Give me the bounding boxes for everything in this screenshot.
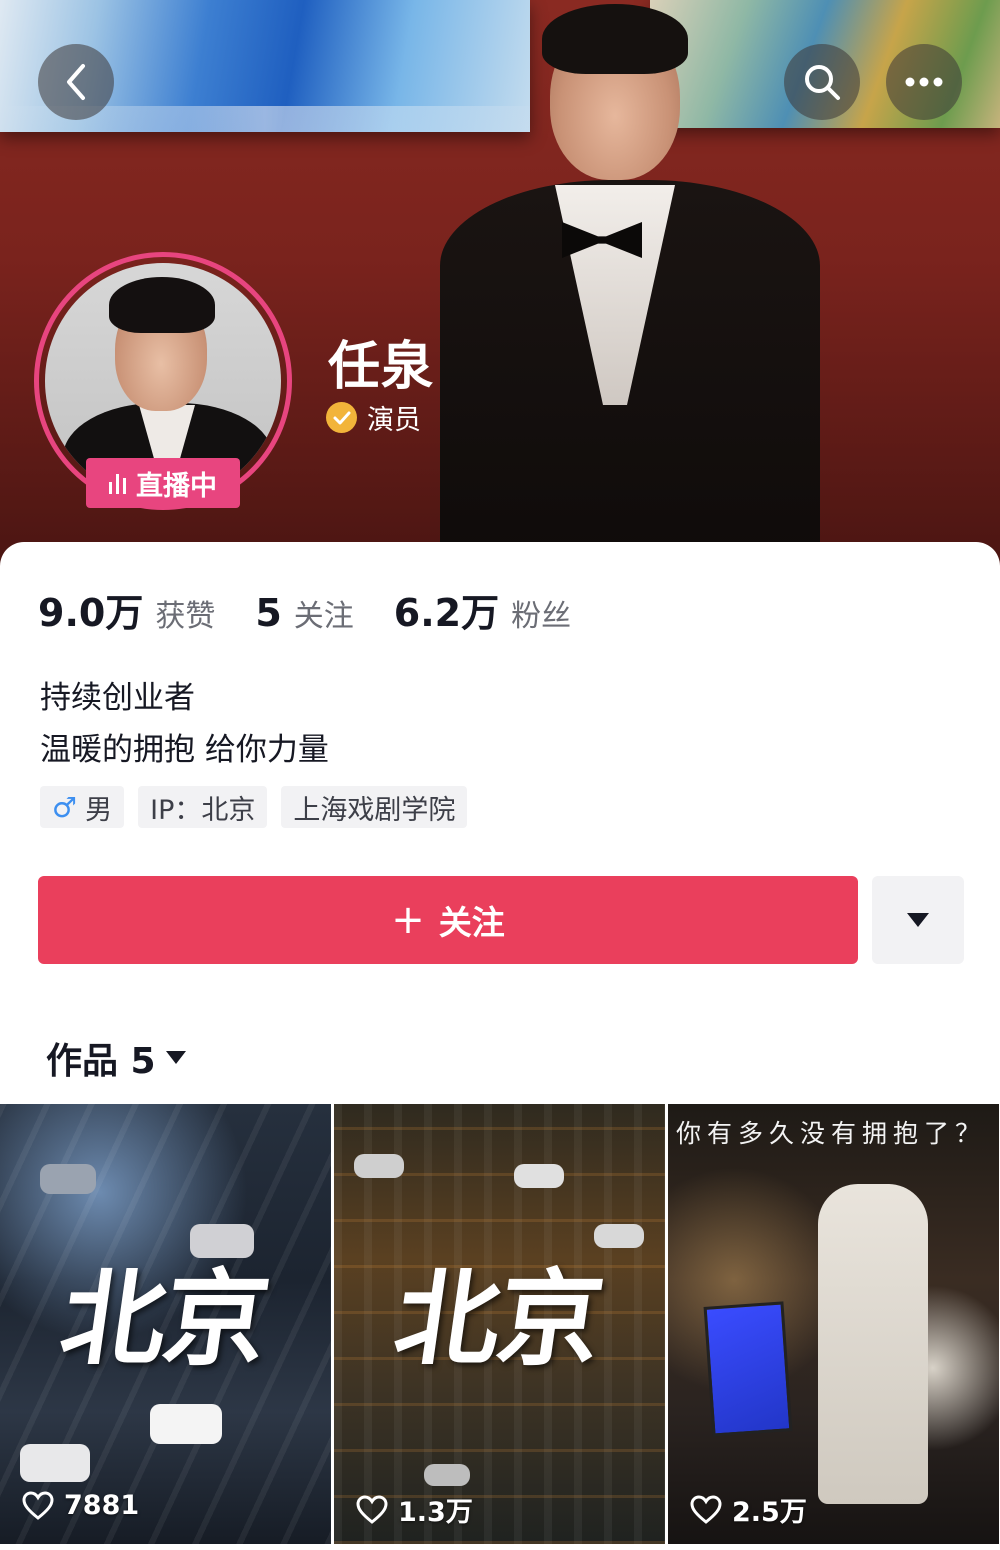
- video-likes-count: 1.3万: [398, 1497, 473, 1528]
- stat-following-value: 5: [255, 591, 282, 635]
- works-tab[interactable]: 作品 5: [46, 1032, 186, 1084]
- video-likes: 2.5万: [690, 1490, 807, 1529]
- heart-icon: [690, 1494, 722, 1524]
- video-thumbnail[interactable]: 北京 1.3万: [334, 1104, 665, 1544]
- profile-tags: ♂ 男 IP：北京 上海戏剧学院: [40, 786, 468, 828]
- live-badge[interactable]: 直播中: [86, 458, 240, 508]
- back-button[interactable]: [38, 44, 114, 120]
- cover-photo-person: [440, 0, 820, 570]
- sign-board-image: [703, 1301, 793, 1437]
- live-bars-icon: [109, 472, 126, 494]
- triangle-down-icon: [165, 1051, 186, 1064]
- stat-following[interactable]: 5 关注: [255, 591, 353, 635]
- stat-likes-value: 9.0万: [38, 591, 144, 635]
- profile-name: 任泉: [328, 337, 435, 397]
- verification-row: 演员: [326, 398, 421, 437]
- more-button[interactable]: [886, 44, 962, 120]
- tag-school-label: 上海戏剧学院: [293, 794, 456, 826]
- stat-likes-label: 获赞: [155, 599, 216, 634]
- stats-row: 9.0万 获赞 5 关注 6.2万 粉丝: [38, 582, 611, 637]
- video-thumbnail[interactable]: 北京 7881: [0, 1104, 331, 1544]
- stat-following-label: 关注: [293, 599, 354, 634]
- video-title: 北京: [53, 1257, 275, 1380]
- stat-followers[interactable]: 6.2万 粉丝: [394, 582, 571, 637]
- tag-school[interactable]: 上海戏剧学院: [281, 786, 468, 828]
- verified-check-icon: [326, 402, 357, 433]
- heart-icon: [22, 1490, 54, 1520]
- male-icon: ♂: [52, 790, 78, 824]
- stat-likes[interactable]: 9.0万 获赞: [38, 582, 215, 637]
- triangle-down-icon: [907, 913, 929, 927]
- video-likes-count: 7881: [64, 1490, 140, 1521]
- works-label: 作品 5: [46, 1041, 156, 1082]
- live-label: 直播中: [136, 470, 217, 502]
- follow-button[interactable]: + 关注: [38, 876, 858, 964]
- chevron-left-icon: [67, 64, 85, 100]
- tag-gender-label: 男: [85, 794, 113, 826]
- video-likes: 1.3万: [356, 1490, 473, 1529]
- plus-icon: +: [391, 897, 425, 943]
- video-likes: 7881: [22, 1490, 139, 1521]
- bio-line-2: 温暖的拥抱 给你力量: [40, 732, 329, 768]
- video-title: 北京: [387, 1257, 609, 1380]
- tag-ip-label: IP：北京: [150, 794, 256, 826]
- person-figure-image: [818, 1184, 928, 1504]
- follow-label: 关注: [438, 903, 505, 942]
- video-likes-count: 2.5万: [732, 1497, 807, 1528]
- profile-cover: 直播中 任泉 演员: [0, 0, 1000, 570]
- heart-icon: [356, 1494, 388, 1524]
- more-dots-icon: [905, 77, 943, 87]
- tag-gender: ♂ 男: [40, 786, 125, 828]
- stat-followers-label: 粉丝: [511, 599, 572, 634]
- verification-label: 演员: [367, 405, 421, 436]
- recommend-dropdown-button[interactable]: [872, 876, 964, 964]
- bio: 持续创业者 温暖的拥抱 给你力量: [40, 672, 329, 776]
- video-grid: 北京 7881 北京 1.3万 你有多久没有拥抱了？ 2.5万: [0, 1104, 1000, 1550]
- bio-line-1: 持续创业者: [40, 680, 195, 716]
- search-button[interactable]: [784, 44, 860, 120]
- video-caption: 你有多久没有拥抱了？: [676, 1119, 987, 1148]
- stat-followers-value: 6.2万: [393, 591, 500, 635]
- search-icon: [805, 65, 840, 100]
- tag-ip: IP：北京: [138, 786, 268, 828]
- video-thumbnail[interactable]: 你有多久没有拥抱了？ 2.5万: [668, 1104, 999, 1544]
